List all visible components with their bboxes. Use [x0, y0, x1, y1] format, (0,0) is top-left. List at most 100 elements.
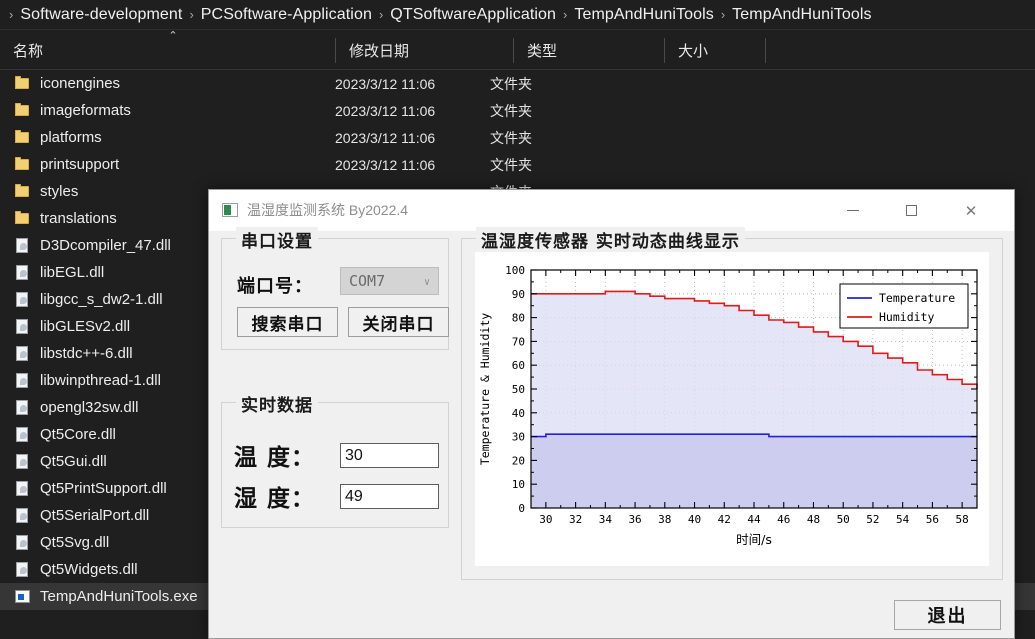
- search-serial-port-button[interactable]: 搜索串口: [237, 307, 338, 337]
- port-number-label: 端口号：: [237, 272, 313, 298]
- y-tick-label: 30: [512, 431, 525, 444]
- file-name-label: libwinpthread-1.dll: [40, 372, 161, 389]
- file-name-label: iconengines: [40, 75, 120, 92]
- breadcrumb-item[interactable]: Software-development: [20, 6, 182, 24]
- file-date-cell: 2023/3/12 11:06: [335, 130, 490, 146]
- minimize-button[interactable]: [830, 190, 876, 231]
- realtime-curve-chart: 0102030405060708090100303234363840424446…: [475, 252, 989, 566]
- x-tick-label: 48: [807, 513, 820, 526]
- file-name-label: D3Dcompiler_47.dll: [40, 237, 171, 254]
- file-name-label: opengl32sw.dll: [40, 399, 138, 416]
- file-name-cell: printsupport: [0, 156, 335, 173]
- y-tick-label: 0: [518, 502, 525, 515]
- dll-file-icon: [14, 265, 31, 280]
- executable-icon: [14, 589, 31, 604]
- legend-entry-label: Humidity: [879, 310, 934, 324]
- breadcrumb-separator-icon: ›: [372, 8, 390, 21]
- close-serial-port-button[interactable]: 关闭串口: [348, 307, 449, 337]
- x-tick-label: 54: [896, 513, 910, 526]
- y-tick-label: 70: [512, 335, 525, 348]
- column-header-bar: 名称 修改日期 类型 大小: [0, 31, 1035, 70]
- column-header-date-label: 修改日期: [349, 40, 409, 61]
- x-tick-label: 46: [777, 513, 790, 526]
- dll-file-icon: [14, 292, 31, 307]
- temp-humidity-monitor-dialog: 温湿度监测系统 By2022.4 ✕ 串口设置 端口号： COM7 ∨ 搜索串口…: [208, 189, 1015, 639]
- breadcrumb-item[interactable]: PCSoftware-Application: [201, 6, 372, 24]
- file-list-row[interactable]: imageformats2023/3/12 11:06文件夹: [0, 97, 1035, 124]
- dll-file-icon: [14, 427, 31, 442]
- column-header-type-label: 类型: [527, 40, 557, 61]
- serial-settings-title: 串口设置: [236, 227, 318, 252]
- minimize-icon: [847, 210, 859, 211]
- column-header-date[interactable]: 修改日期: [336, 31, 491, 69]
- breadcrumb[interactable]: ›Software-development›PCSoftware-Applica…: [0, 0, 1035, 30]
- humidity-label: 湿 度：: [234, 479, 315, 513]
- breadcrumb-separator-icon: ›: [2, 8, 20, 21]
- y-tick-label: 10: [512, 478, 525, 491]
- maximize-icon: [906, 205, 917, 216]
- folder-icon: [14, 103, 31, 118]
- breadcrumb-item[interactable]: TempAndHuniTools: [574, 6, 713, 24]
- maximize-button[interactable]: [888, 190, 934, 231]
- file-type-cell: 文件夹: [490, 128, 620, 148]
- dll-file-icon: [14, 481, 31, 496]
- dll-file-icon: [14, 238, 31, 253]
- file-name-label: TempAndHuniTools.exe: [40, 588, 198, 605]
- column-header-size[interactable]: 大小: [665, 31, 765, 69]
- file-list-row[interactable]: printsupport2023/3/12 11:06文件夹: [0, 151, 1035, 178]
- dll-file-icon: [14, 346, 31, 361]
- breadcrumb-item[interactable]: QTSoftwareApplication: [390, 6, 556, 24]
- file-date-cell: 2023/3/12 11:06: [335, 76, 490, 92]
- file-date-cell: 2023/3/12 11:06: [335, 157, 490, 173]
- breadcrumb-separator-icon: ›: [556, 8, 574, 21]
- app-icon: [222, 203, 238, 217]
- file-list-row[interactable]: platforms 2023/3/12 11:06文件夹: [0, 124, 1035, 151]
- file-name-label: Qt5Gui.dll: [40, 453, 107, 470]
- x-tick-label: 34: [599, 513, 613, 526]
- humidity-value: 49: [345, 488, 363, 506]
- temperature-label: 温 度：: [234, 438, 315, 472]
- file-name-label: Qt5SerialPort.dll: [40, 507, 149, 524]
- x-tick-label: 50: [837, 513, 850, 526]
- file-name-label: Qt5Svg.dll: [40, 534, 109, 551]
- file-name-label: printsupport: [40, 156, 119, 173]
- port-select-value: COM7: [349, 272, 385, 290]
- file-type-cell: 文件夹: [490, 101, 620, 121]
- breadcrumb-separator-icon: ›: [714, 8, 732, 21]
- file-name-label: translations: [40, 210, 117, 227]
- dialog-title-bar[interactable]: 温湿度监测系统 By2022.4 ✕: [209, 190, 1014, 231]
- x-tick-label: 44: [747, 513, 761, 526]
- folder-icon: [14, 76, 31, 91]
- x-axis-label: 时间/s: [736, 532, 772, 547]
- x-tick-label: 30: [539, 513, 552, 526]
- column-header-type[interactable]: 类型: [514, 31, 664, 69]
- temperature-field[interactable]: 30: [340, 443, 439, 468]
- dll-file-icon: [14, 319, 31, 334]
- file-name-label: libEGL.dll: [40, 264, 104, 281]
- file-name-label: platforms: [40, 129, 102, 146]
- folder-icon: [14, 184, 31, 199]
- file-name-label: libstdc++-6.dll: [40, 345, 133, 362]
- file-name-label: styles: [40, 183, 78, 200]
- folder-icon: [14, 211, 31, 226]
- dll-file-icon: [14, 535, 31, 550]
- x-tick-label: 40: [688, 513, 701, 526]
- file-name-label: Qt5PrintSupport.dll: [40, 480, 167, 497]
- dll-file-icon: [14, 400, 31, 415]
- breadcrumb-separator-icon: ›: [182, 8, 200, 21]
- x-tick-label: 32: [569, 513, 582, 526]
- realtime-data-group: 实时数据 温 度： 30 湿 度： 49: [221, 402, 449, 528]
- file-list-row[interactable]: iconengines2023/3/12 11:06文件夹: [0, 70, 1035, 97]
- close-button[interactable]: ✕: [948, 190, 994, 231]
- breadcrumb-item[interactable]: TempAndHuniTools: [732, 6, 871, 24]
- column-divider[interactable]: [765, 38, 766, 63]
- y-tick-label: 60: [512, 359, 525, 372]
- y-tick-label: 50: [512, 383, 525, 396]
- port-select[interactable]: COM7 ∨: [340, 267, 439, 295]
- x-tick-label: 38: [658, 513, 671, 526]
- file-name-cell: imageformats: [0, 102, 335, 119]
- exit-button[interactable]: 退出: [894, 600, 1001, 630]
- dll-file-icon: [14, 562, 31, 577]
- humidity-field[interactable]: 49: [340, 484, 439, 509]
- x-tick-label: 42: [718, 513, 731, 526]
